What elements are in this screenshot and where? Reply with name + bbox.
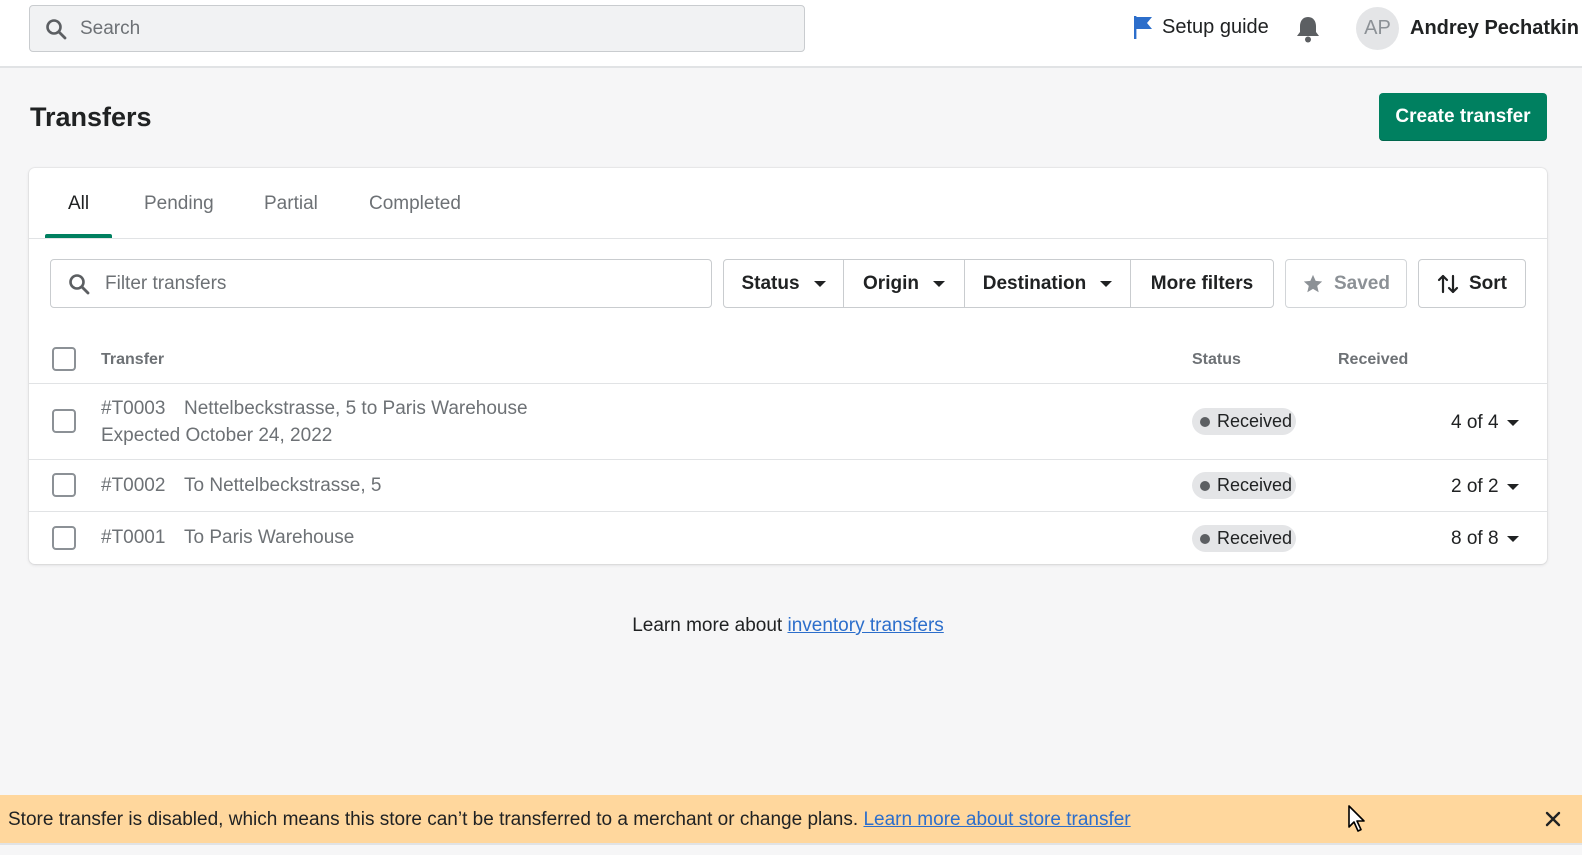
saved-button[interactable]: Saved: [1285, 259, 1407, 308]
received-dropdown[interactable]: 8 of 8: [1451, 528, 1519, 550]
caret-down-icon: [932, 280, 945, 287]
caret-down-icon: [1506, 420, 1519, 426]
column-transfer: Transfer: [101, 351, 165, 368]
table-row[interactable]: #T0003 Nettelbeckstrasse, 5 to Paris War…: [29, 384, 1547, 460]
destination-filter-button[interactable]: Destination: [964, 259, 1131, 308]
sort-arrows-icon: [1437, 274, 1459, 293]
bell-icon[interactable]: [1294, 14, 1322, 44]
received-count: 4 of 4: [1451, 412, 1499, 433]
learn-more-prefix: Learn more about: [632, 615, 788, 636]
transfer-id[interactable]: #T0003: [101, 398, 165, 420]
transfer-description: To Nettelbeckstrasse, 5: [184, 475, 382, 496]
column-received: Received: [1338, 351, 1409, 368]
setup-guide-button[interactable]: Setup guide: [1132, 14, 1269, 40]
status-badge: Received: [1192, 472, 1296, 499]
mouse-cursor-icon: [1348, 805, 1365, 832]
row-checkbox[interactable]: [52, 526, 76, 550]
search-placeholder: Search: [80, 17, 141, 39]
close-icon[interactable]: [1543, 809, 1563, 829]
column-status: Status: [1192, 351, 1241, 368]
page-title: Transfers: [30, 102, 152, 132]
inventory-transfers-link[interactable]: inventory transfers: [787, 615, 943, 636]
status-dot-icon: [1200, 416, 1210, 427]
transfer-description: To Paris Warehouse: [184, 527, 355, 548]
caret-down-icon: [1506, 484, 1519, 490]
tabs-bar: All Pending Partial Completed: [29, 168, 1547, 239]
search-icon: [46, 18, 67, 39]
transfer-id[interactable]: #T0002: [101, 475, 165, 497]
received-dropdown[interactable]: 2 of 2: [1451, 476, 1519, 498]
status-dot-icon: [1200, 533, 1210, 544]
more-filters-button[interactable]: More filters: [1130, 259, 1274, 308]
row-checkbox[interactable]: [52, 473, 76, 497]
table-row[interactable]: #T0002 To Nettelbeckstrasse, 5 Received …: [29, 460, 1547, 512]
filter-transfers-input[interactable]: Filter transfers: [50, 259, 712, 308]
search-icon: [69, 273, 90, 294]
status-badge-label: Received: [1217, 411, 1293, 431]
global-search-input[interactable]: Search: [29, 5, 805, 52]
transfers-card: All Pending Partial Completed Filter tra…: [29, 168, 1547, 564]
origin-filter-label: Origin: [863, 272, 919, 294]
banner-message: Store transfer is disabled, which means …: [8, 809, 1131, 831]
create-transfer-button[interactable]: Create transfer: [1379, 93, 1547, 141]
user-name[interactable]: Andrey Pechatkin: [1410, 17, 1579, 40]
avatar[interactable]: AP: [1356, 7, 1399, 50]
more-filters-label: More filters: [1150, 272, 1254, 294]
status-badge: Received: [1192, 408, 1296, 435]
store-transfer-banner: Store transfer is disabled, which means …: [0, 795, 1582, 845]
transfer-expected-date: Expected October 24, 2022: [101, 425, 333, 446]
transfer-id[interactable]: #T0001: [101, 527, 165, 549]
received-count: 2 of 2: [1451, 476, 1499, 497]
received-dropdown[interactable]: 4 of 4: [1451, 412, 1519, 434]
transfer-description: Nettelbeckstrasse, 5 to Paris Warehouse: [184, 398, 528, 419]
banner-text: Store transfer is disabled, which means …: [8, 809, 864, 830]
filter-placeholder: Filter transfers: [105, 272, 227, 294]
table-row[interactable]: #T0001 To Paris Warehouse Received 8 of …: [29, 512, 1547, 564]
flag-icon: [1134, 16, 1152, 39]
tab-all[interactable]: All: [68, 193, 89, 215]
received-count: 8 of 8: [1451, 528, 1499, 549]
store-transfer-link[interactable]: Learn more about store transfer: [863, 809, 1130, 830]
active-tab-indicator: [45, 234, 112, 238]
status-filter-button[interactable]: Status: [723, 259, 844, 308]
star-icon: [1303, 274, 1323, 292]
sort-button[interactable]: Sort: [1418, 259, 1526, 308]
saved-label: Saved: [1334, 272, 1390, 294]
status-badge-label: Received: [1217, 475, 1293, 495]
sort-label: Sort: [1469, 272, 1507, 294]
select-all-checkbox[interactable]: [52, 347, 76, 371]
setup-guide-label: Setup guide: [1162, 15, 1269, 38]
tab-pending[interactable]: Pending: [144, 193, 214, 215]
status-dot-icon: [1200, 480, 1210, 491]
origin-filter-button[interactable]: Origin: [843, 259, 965, 308]
tab-completed[interactable]: Completed: [369, 193, 461, 215]
caret-down-icon: [1506, 536, 1519, 542]
caret-down-icon: [1100, 280, 1113, 287]
status-badge: Received: [1192, 525, 1296, 552]
tab-partial[interactable]: Partial: [264, 193, 318, 215]
row-checkbox[interactable]: [52, 409, 76, 433]
caret-down-icon: [813, 280, 826, 287]
status-badge-label: Received: [1217, 528, 1293, 548]
destination-filter-label: Destination: [982, 272, 1087, 294]
status-filter-label: Status: [741, 272, 800, 294]
table-header: Transfer Status Received: [29, 336, 1547, 384]
learn-more-text: Learn more about inventory transfers: [0, 615, 1576, 637]
top-bar: Search Setup guide AP Andrey Pechatkin: [0, 0, 1582, 68]
